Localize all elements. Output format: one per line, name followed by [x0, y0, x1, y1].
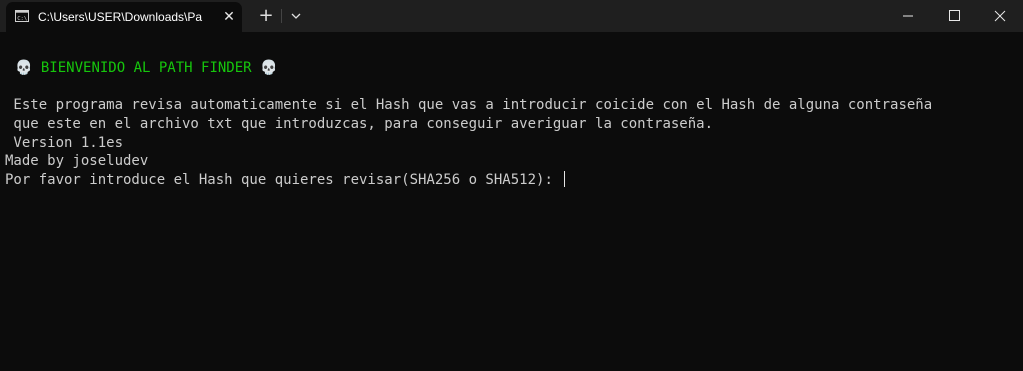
cmd-terminal-icon: C:\: [15, 10, 29, 22]
maximize-icon[interactable]: [931, 0, 977, 32]
text-cursor: [564, 171, 566, 187]
input-prompt-line[interactable]: Por favor introduce el Hash que quieres …: [5, 171, 566, 189]
description-line-2: que este en el archivo txt que introduzc…: [5, 116, 714, 132]
chevron-down-icon[interactable]: [286, 6, 306, 26]
console-output[interactable]: 💀 BIENVENIDO AL PATH FINDER 💀 Este progr…: [0, 32, 1023, 371]
version-line: Version 1.1es: [5, 135, 124, 151]
terminal-window: C:\ C:\Users\USER\Downloads\Pa ✕ + 💀 BIE…: [0, 0, 1023, 371]
new-tab-button[interactable]: +: [256, 6, 276, 26]
terminal-tab[interactable]: C:\ C:\Users\USER\Downloads\Pa ✕: [6, 2, 242, 32]
author-line: Made by joseludev: [5, 153, 149, 169]
skull-icon: 💀: [15, 60, 33, 76]
banner-text: BIENVENIDO AL PATH FINDER: [40, 60, 252, 76]
tab-title: C:\Users\USER\Downloads\Pa: [38, 10, 203, 24]
description-line-1: Este programa revisa automaticamente si …: [5, 97, 933, 113]
tab-separator: [281, 9, 282, 23]
close-tab-button[interactable]: ✕: [220, 8, 238, 26]
title-bar: C:\ C:\Users\USER\Downloads\Pa ✕ +: [0, 0, 1023, 32]
close-icon[interactable]: [977, 0, 1023, 32]
skull-icon: 💀: [260, 60, 278, 76]
minimize-icon[interactable]: [885, 0, 931, 32]
prompt-text: Por favor introduce el Hash que quieres …: [5, 172, 562, 188]
svg-text:C:\: C:\: [17, 16, 27, 22]
banner-line: 💀 BIENVENIDO AL PATH FINDER 💀: [15, 59, 277, 77]
